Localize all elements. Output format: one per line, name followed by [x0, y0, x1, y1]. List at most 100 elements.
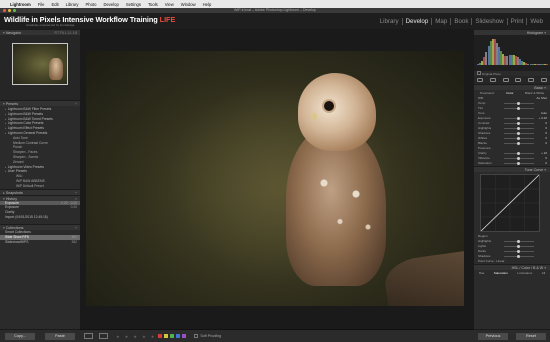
basic-slider-track[interactable] — [504, 131, 534, 135]
folder-triangle-icon[interactable]: ▸ — [5, 122, 6, 125]
basic-slider-track[interactable] — [504, 141, 534, 145]
slider-thumb[interactable] — [517, 249, 520, 253]
tone-curve-slider-track[interactable] — [504, 254, 534, 258]
module-book[interactable]: Book — [451, 18, 473, 25]
crop-tool-icon[interactable] — [477, 78, 484, 82]
basic-slider-track[interactable] — [504, 136, 534, 140]
folder-triangle-icon[interactable]: ▸ — [5, 118, 6, 121]
slider-thumb[interactable] — [517, 161, 520, 165]
preset-label: User Presets — [7, 169, 27, 174]
paste-button[interactable]: Paste — [45, 332, 75, 340]
tone-curve-slider-track[interactable] — [504, 244, 534, 248]
tone-curve-slider-track[interactable] — [504, 249, 534, 253]
loupe-view-icon[interactable] — [84, 333, 93, 339]
slider-thumb[interactable] — [517, 126, 520, 130]
preset-label: Lightroom Color Presets — [7, 121, 44, 126]
tab-saturation[interactable]: Saturation — [494, 270, 508, 276]
history-row[interactable]: Import (04/01/2015 12:45:18) — [0, 215, 80, 220]
color-label-swatch[interactable] — [158, 333, 163, 338]
graduated-filter-icon[interactable] — [515, 78, 522, 82]
menu-settings[interactable]: Settings — [126, 2, 141, 7]
red-eye-icon[interactable] — [502, 78, 509, 82]
folder-triangle-icon[interactable]: ▸ — [5, 108, 6, 111]
basic-slider-track[interactable] — [504, 161, 534, 165]
module-slideshow[interactable]: Slideshow — [472, 18, 508, 25]
collection-row[interactable]: SlideshowWIPS 362 — [0, 240, 80, 245]
brand-subtitle: creatively empowered by knowledge — [26, 23, 75, 27]
navigator-thumbnail[interactable] — [12, 43, 68, 85]
color-label-swatch[interactable] — [164, 333, 169, 338]
presets-header[interactable]: ▾Presets + — [0, 100, 80, 106]
adjustment-brush-icon[interactable] — [540, 78, 547, 82]
basic-slider-track[interactable] — [504, 126, 534, 130]
basic-header[interactable]: Basic▾ — [474, 84, 550, 90]
soft-proofing-checkbox[interactable] — [194, 334, 199, 338]
menu-window[interactable]: Window — [181, 2, 196, 7]
close-window-button[interactable] — [3, 9, 6, 12]
menu-view[interactable]: View — [165, 2, 174, 7]
tone-curve-graph[interactable] — [480, 174, 540, 232]
preset-label: Zeroed — [13, 159, 24, 164]
slider-thumb[interactable] — [517, 239, 520, 243]
slider-thumb[interactable] — [517, 106, 520, 110]
soft-proofing-toggle[interactable]: Soft Proofing — [194, 334, 221, 338]
basic-slider-track[interactable] — [504, 116, 534, 120]
zoom-window-button[interactable] — [13, 9, 16, 12]
hsl-header[interactable]: HSL / Color / B & W▾ — [474, 264, 550, 270]
color-label-swatch[interactable] — [170, 333, 175, 338]
module-print[interactable]: Print — [508, 18, 528, 25]
module-map[interactable]: Map — [432, 18, 452, 25]
basic-slider-track[interactable] — [504, 121, 534, 125]
histogram[interactable] — [474, 35, 550, 71]
slider-thumb[interactable] — [517, 141, 520, 145]
minimize-window-button[interactable] — [8, 9, 11, 12]
module-develop[interactable]: Develop — [403, 18, 433, 25]
tab-hue[interactable]: Hue — [479, 270, 485, 276]
folder-triangle-icon[interactable]: ▸ — [5, 170, 6, 173]
tone-curve-slider-track[interactable] — [504, 239, 534, 243]
menu-edit[interactable]: Edit — [51, 2, 58, 7]
menu-library[interactable]: Library — [66, 2, 79, 7]
folder-triangle-icon[interactable]: ▸ — [5, 127, 6, 130]
copy-button[interactable]: Copy... — [5, 332, 35, 340]
menu-tools[interactable]: Tools — [148, 2, 158, 7]
folder-triangle-icon[interactable]: ▸ — [5, 166, 6, 169]
slider-thumb[interactable] — [517, 121, 520, 125]
folder-triangle-icon[interactable]: ▸ — [5, 132, 6, 135]
slider-thumb[interactable] — [517, 156, 520, 160]
reset-button[interactable]: Reset — [516, 332, 546, 340]
navigator-preview[interactable] — [0, 35, 80, 100]
tone-curve-slider-label: Darks — [478, 249, 486, 253]
collection-count: 362 — [71, 239, 77, 244]
tone-curve-header[interactable]: Tone Curve▾ — [474, 166, 550, 172]
basic-slider-track[interactable] — [504, 101, 534, 105]
menu-photo[interactable]: Photo — [85, 2, 96, 7]
basic-slider-track[interactable] — [504, 156, 534, 160]
slider-thumb[interactable] — [517, 101, 520, 105]
slider-thumb[interactable] — [517, 254, 520, 258]
rating-stars[interactable]: ★ ★ ★ ★ ★ — [116, 334, 156, 339]
slider-thumb[interactable] — [517, 244, 520, 248]
slider-thumb[interactable] — [517, 151, 520, 155]
module-library[interactable]: Library — [377, 18, 403, 25]
module-web[interactable]: Web — [527, 18, 546, 25]
menu-lightroom[interactable]: Lightroom — [10, 2, 31, 7]
folder-triangle-icon[interactable]: ▸ — [5, 113, 6, 116]
basic-slider-track[interactable] — [504, 151, 534, 155]
spot-removal-icon[interactable] — [489, 78, 496, 82]
previous-button[interactable]: Previous — [478, 332, 508, 340]
color-label-swatch[interactable] — [182, 333, 187, 338]
menu-develop[interactable]: Develop — [103, 2, 118, 7]
menu-help[interactable]: Help — [203, 2, 212, 7]
radial-filter-icon[interactable] — [527, 78, 534, 82]
slider-thumb[interactable] — [517, 131, 520, 135]
main-photo[interactable] — [86, 51, 464, 306]
slider-thumb[interactable] — [517, 136, 520, 140]
slider-thumb[interactable] — [517, 116, 520, 120]
color-label-swatch[interactable] — [176, 333, 181, 338]
basic-slider-track[interactable] — [504, 106, 534, 110]
menu-file[interactable]: File — [38, 2, 45, 7]
before-after-view-icon[interactable] — [99, 333, 108, 339]
add-preset-icon[interactable]: + — [75, 101, 77, 107]
original-photo-checkbox[interactable] — [477, 71, 481, 75]
